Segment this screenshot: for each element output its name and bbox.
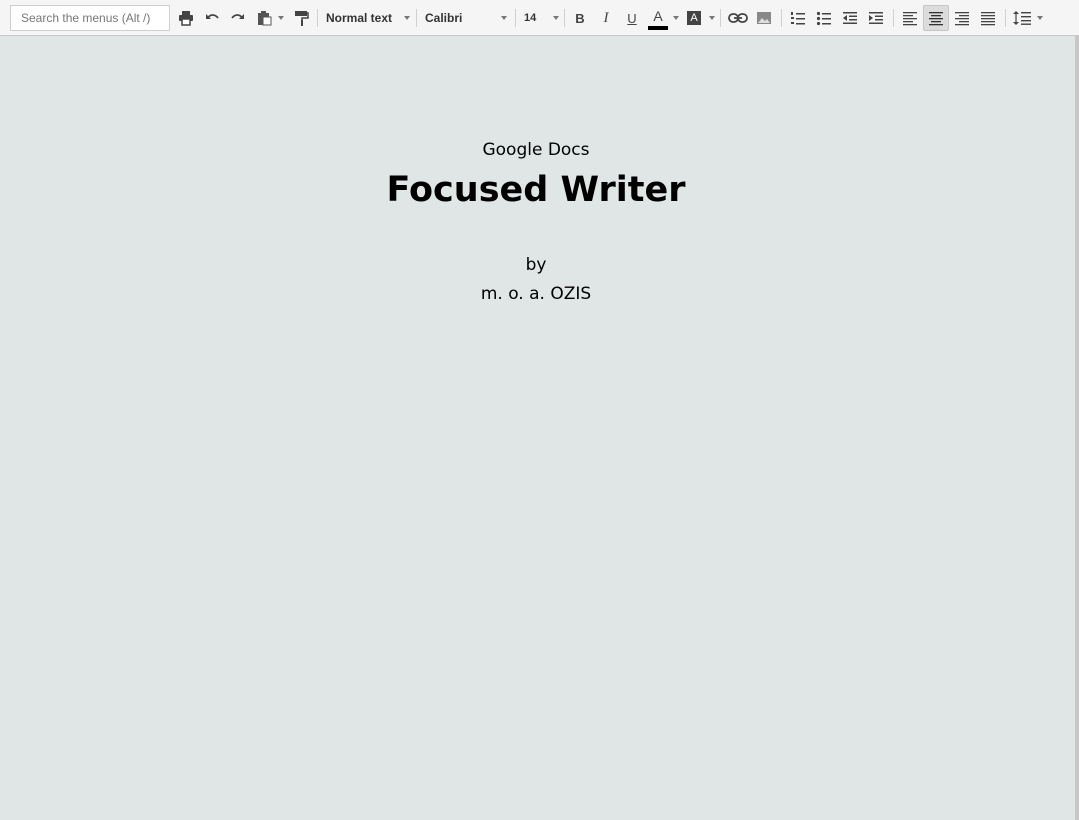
- decrease-indent-button[interactable]: [837, 5, 863, 31]
- increase-indent-button[interactable]: [863, 5, 889, 31]
- text-color-icon: A: [653, 7, 663, 24]
- toolbar-separator: [1005, 9, 1006, 27]
- numbered-list-icon: [790, 10, 806, 26]
- underline-icon: U: [627, 10, 637, 26]
- insert-image-button[interactable]: [751, 5, 777, 31]
- align-left-button[interactable]: [897, 5, 923, 31]
- undo-button[interactable]: [199, 5, 225, 31]
- chevron-down-icon: [404, 16, 410, 20]
- highlight-color-icon: A: [687, 11, 701, 25]
- highlight-dropdown-caret[interactable]: [709, 16, 715, 20]
- justify-button[interactable]: [975, 5, 1001, 31]
- bulleted-list-button[interactable]: [811, 5, 837, 31]
- paste-button[interactable]: [251, 5, 277, 31]
- text-color-swatch: [648, 25, 668, 30]
- document-byline: by: [525, 255, 547, 275]
- clipboard-icon: [256, 10, 272, 26]
- document-canvas[interactable]: Google Docs Focused Writer by m. o. a. O…: [0, 36, 1075, 820]
- toolbar-separator: [515, 9, 516, 27]
- numbered-list-button[interactable]: [785, 5, 811, 31]
- undo-icon: [204, 10, 220, 26]
- line-spacing-button[interactable]: [1009, 5, 1035, 31]
- line-spacing-icon: [1013, 10, 1031, 26]
- redo-button[interactable]: [225, 5, 251, 31]
- toolbar-separator: [720, 9, 721, 27]
- bold-icon: B: [575, 10, 585, 26]
- document-author: m. o. a. OZIS: [480, 284, 592, 304]
- text-color-dropdown-caret[interactable]: [673, 16, 679, 20]
- document-subtitle: Google Docs: [482, 140, 590, 160]
- chevron-down-icon: [501, 16, 507, 20]
- paragraph-style-dropdown[interactable]: Normal text: [322, 5, 412, 31]
- chevron-down-icon: [553, 16, 559, 20]
- image-icon: [756, 10, 772, 26]
- highlight-color-button[interactable]: A: [681, 5, 707, 31]
- align-center-button[interactable]: [923, 5, 949, 31]
- toolbar-separator: [416, 9, 417, 27]
- paste-dropdown-caret[interactable]: [278, 16, 284, 20]
- vertical-scrollbar[interactable]: [1075, 36, 1079, 820]
- bold-button[interactable]: B: [567, 5, 593, 31]
- justify-icon: [980, 10, 996, 26]
- align-center-icon: [928, 10, 944, 26]
- italic-icon: I: [603, 9, 609, 26]
- redo-icon: [230, 10, 246, 26]
- print-icon: [178, 10, 194, 26]
- search-menus-input[interactable]: [10, 5, 170, 31]
- underline-button[interactable]: U: [619, 5, 645, 31]
- link-icon: [728, 10, 748, 26]
- line-spacing-dropdown-caret[interactable]: [1037, 16, 1043, 20]
- align-right-button[interactable]: [949, 5, 975, 31]
- font-size-value: 14: [524, 12, 537, 24]
- increase-indent-icon: [868, 10, 884, 26]
- align-right-icon: [954, 10, 970, 26]
- decrease-indent-icon: [842, 10, 858, 26]
- toolbar-separator: [893, 9, 894, 27]
- toolbar-separator: [564, 9, 565, 27]
- document-title: Focused Writer: [386, 170, 686, 210]
- print-button[interactable]: [173, 5, 199, 31]
- bulleted-list-icon: [816, 10, 832, 26]
- text-color-button[interactable]: A: [645, 5, 671, 31]
- paint-roller-icon: [293, 10, 309, 26]
- toolbar-separator: [781, 9, 782, 27]
- toolbar: Normal text Calibri 14 B I U A A: [0, 0, 1079, 36]
- align-left-icon: [902, 10, 918, 26]
- italic-button[interactable]: I: [593, 5, 619, 31]
- font-family-dropdown[interactable]: Calibri: [421, 5, 509, 31]
- font-family-value: Calibri: [425, 11, 463, 25]
- font-size-dropdown[interactable]: 14: [519, 5, 561, 31]
- insert-link-button[interactable]: [725, 5, 751, 31]
- paint-format-button[interactable]: [288, 5, 314, 31]
- toolbar-separator: [317, 9, 318, 27]
- paragraph-style-value: Normal text: [326, 11, 393, 25]
